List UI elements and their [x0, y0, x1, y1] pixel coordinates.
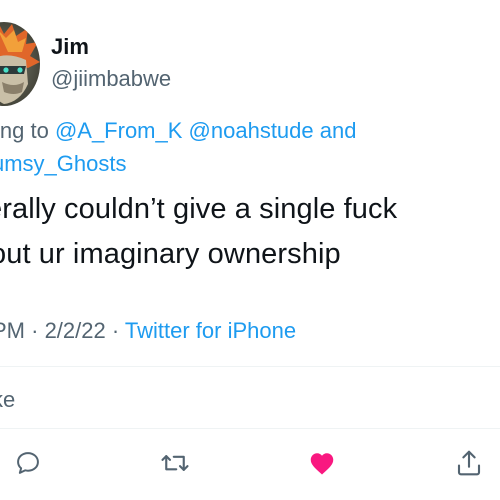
tweet-date[interactable]: 2/2/22: [45, 318, 106, 343]
mention-a-from-k[interactable]: @A_From_K: [55, 118, 182, 143]
share-button[interactable]: [452, 446, 486, 480]
display-name[interactable]: Jim: [51, 34, 89, 60]
avatar[interactable]: [0, 22, 40, 106]
tweet-source-link[interactable]: Twitter for iPhone: [125, 318, 296, 343]
comment-icon: [17, 452, 39, 474]
retweet-button[interactable]: [158, 446, 192, 480]
mention-noahstude[interactable]: @noahstude: [189, 118, 314, 143]
tweet-time[interactable]: PM ·: [0, 318, 45, 343]
divider: [0, 428, 500, 429]
reply-button[interactable]: [11, 446, 45, 480]
tweet-text-line-2: out ur imaginary ownership: [0, 238, 341, 270]
like-button[interactable]: [305, 446, 339, 480]
replying-to-label: ying to: [0, 118, 49, 143]
replying-to-continued: umsy_Ghosts: [0, 151, 127, 177]
heart-filled-icon: [310, 453, 334, 475]
meta-separator: ·: [105, 318, 125, 343]
mention-clumsy-ghosts[interactable]: umsy_Ghosts: [0, 151, 127, 176]
replying-to-conjunction[interactable]: and: [320, 118, 357, 143]
tweet-metadata: PM · 2/2/22 · Twitter for iPhone: [0, 318, 296, 344]
retweet-icon: [161, 455, 189, 471]
replying-to: ying to @A_From_K @noahstude and: [0, 118, 356, 144]
tweet-detail: Jim @jiimbabwe ying to @A_From_K @noahst…: [0, 0, 500, 500]
divider: [0, 366, 500, 367]
avatar-image: [0, 22, 40, 106]
likes-count[interactable]: ke: [0, 387, 15, 413]
user-handle[interactable]: @jiimbabwe: [51, 66, 171, 92]
share-icon: [457, 450, 481, 476]
tweet-text-line-1: erally couldn’t give a single fuck: [0, 193, 398, 225]
